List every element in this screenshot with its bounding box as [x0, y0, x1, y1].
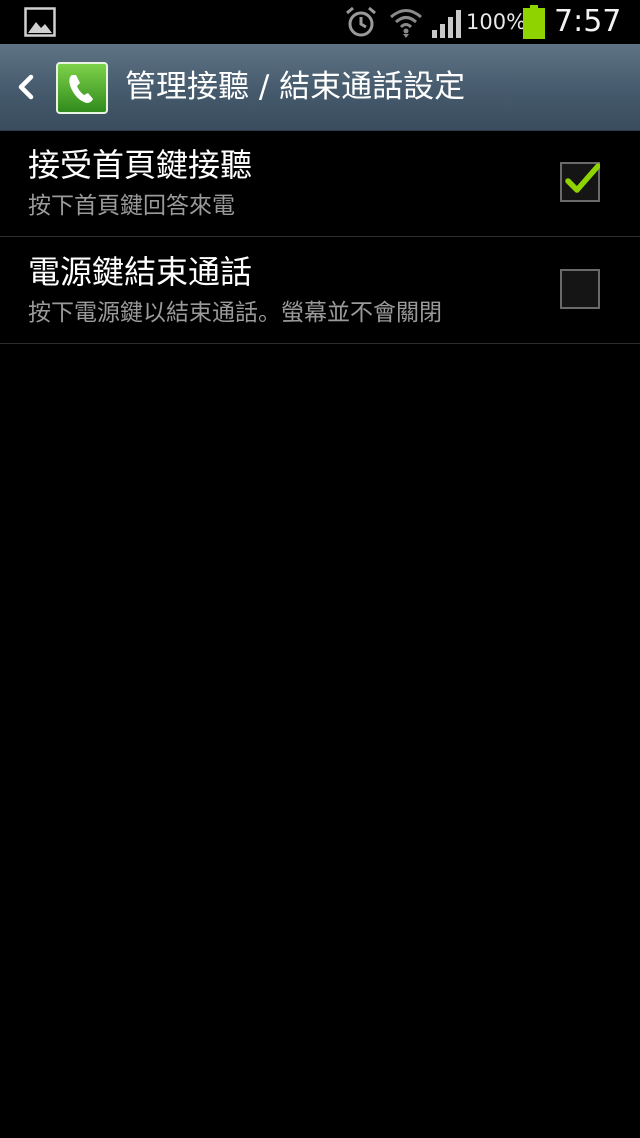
page-title: 管理接聽 / 結束通話設定	[125, 69, 466, 105]
settings-list: 接受首頁鍵接聽 按下首頁鍵回答來電 電源鍵結束通話 按下電源鍵以結束通話。螢幕並…	[0, 130, 640, 344]
gallery-icon	[24, 7, 56, 37]
setting-title: 接受首頁鍵接聽	[28, 146, 253, 184]
setting-title: 電源鍵結束通話	[28, 253, 253, 291]
battery-icon	[523, 5, 545, 39]
setting-summary: 按下電源鍵以結束通話。螢幕並不會關閉	[28, 300, 442, 326]
home-key-answer-checkbox[interactable]	[560, 162, 600, 202]
setting-home-key-answer[interactable]: 接受首頁鍵接聽 按下首頁鍵回答來電	[0, 130, 640, 237]
status-bar: 100% 7:57	[0, 0, 640, 44]
status-clock: 7:57	[554, 4, 622, 39]
signal-icon	[432, 10, 461, 38]
setting-summary: 按下首頁鍵回答來電	[28, 193, 235, 219]
power-key-end-call-checkbox[interactable]	[560, 269, 600, 309]
action-bar: 管理接聽 / 結束通話設定	[0, 44, 640, 131]
phone-icon[interactable]	[56, 62, 108, 114]
alarm-icon	[346, 6, 376, 37]
battery-percentage: 100%	[466, 10, 527, 34]
chevron-left-icon[interactable]	[6, 64, 46, 110]
setting-power-key-end-call[interactable]: 電源鍵結束通話 按下電源鍵以結束通話。螢幕並不會關閉	[0, 237, 640, 344]
wifi-icon	[390, 9, 422, 38]
